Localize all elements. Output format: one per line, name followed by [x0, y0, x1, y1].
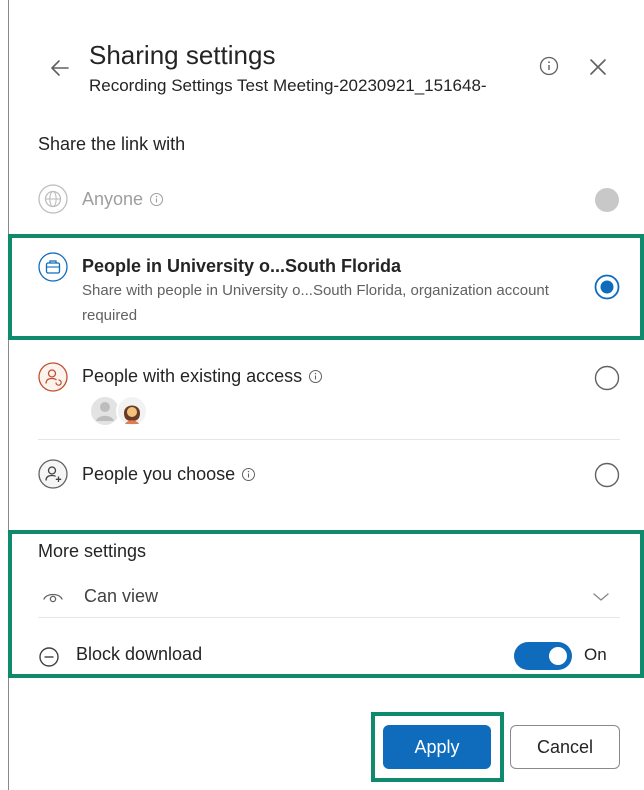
permission-dropdown[interactable]: Can view: [38, 584, 620, 612]
option-specific-people[interactable]: People you choose: [38, 457, 620, 493]
subtract-circle-icon: [39, 647, 59, 667]
radio-unselected[interactable]: [594, 462, 620, 488]
block-download-toggle[interactable]: [514, 642, 572, 670]
info-icon[interactable]: [149, 192, 164, 207]
avatar-group: [89, 395, 148, 427]
radio-unselected[interactable]: [594, 365, 620, 391]
radio-selected[interactable]: [594, 274, 620, 300]
close-icon: [590, 59, 606, 75]
option-organization-description: Share with people in University o...Sout…: [82, 282, 549, 324]
block-download-label: Block download: [76, 644, 203, 664]
eye-icon: [43, 593, 63, 603]
globe-icon: [38, 184, 68, 214]
arrow-left-icon: [51, 60, 69, 76]
radio-disabled: [595, 188, 619, 212]
divider: [38, 617, 620, 618]
apply-button[interactable]: Apply: [383, 725, 491, 769]
info-icon[interactable]: [308, 369, 323, 384]
option-existing-access-label: People with existing access: [82, 366, 303, 386]
option-anyone-label: Anyone: [82, 189, 144, 209]
close-button[interactable]: [586, 55, 610, 79]
option-anyone[interactable]: Anyone: [38, 182, 620, 218]
person-sync-icon: [38, 362, 68, 392]
block-download-row: Block download On: [38, 642, 620, 672]
person-add-icon: [38, 459, 68, 489]
share-section-title: Share the link with: [38, 134, 186, 154]
toggle-knob: [549, 647, 567, 665]
back-button[interactable]: [46, 54, 74, 82]
file-name: Recording Settings Test Meeting-20230921…: [89, 76, 487, 95]
option-organization-label: People in University o...South Florida: [82, 256, 402, 276]
option-organization[interactable]: People in University o...South Florida S…: [38, 250, 620, 330]
building-icon: [38, 252, 68, 282]
option-specific-people-label: People you choose: [82, 464, 236, 484]
divider: [38, 439, 620, 440]
info-icon[interactable]: [241, 467, 256, 482]
cancel-button[interactable]: Cancel: [510, 725, 620, 769]
panel-left-border: [8, 0, 9, 790]
info-button[interactable]: [538, 55, 560, 77]
info-icon: [539, 56, 559, 76]
panel-title: Sharing settings: [89, 40, 276, 70]
more-settings-title: More settings: [38, 541, 147, 561]
chevron-down-icon: [593, 593, 609, 601]
block-download-state: On: [584, 645, 607, 664]
permission-value: Can view: [84, 586, 159, 606]
option-existing-access[interactable]: People with existing access: [38, 360, 620, 430]
